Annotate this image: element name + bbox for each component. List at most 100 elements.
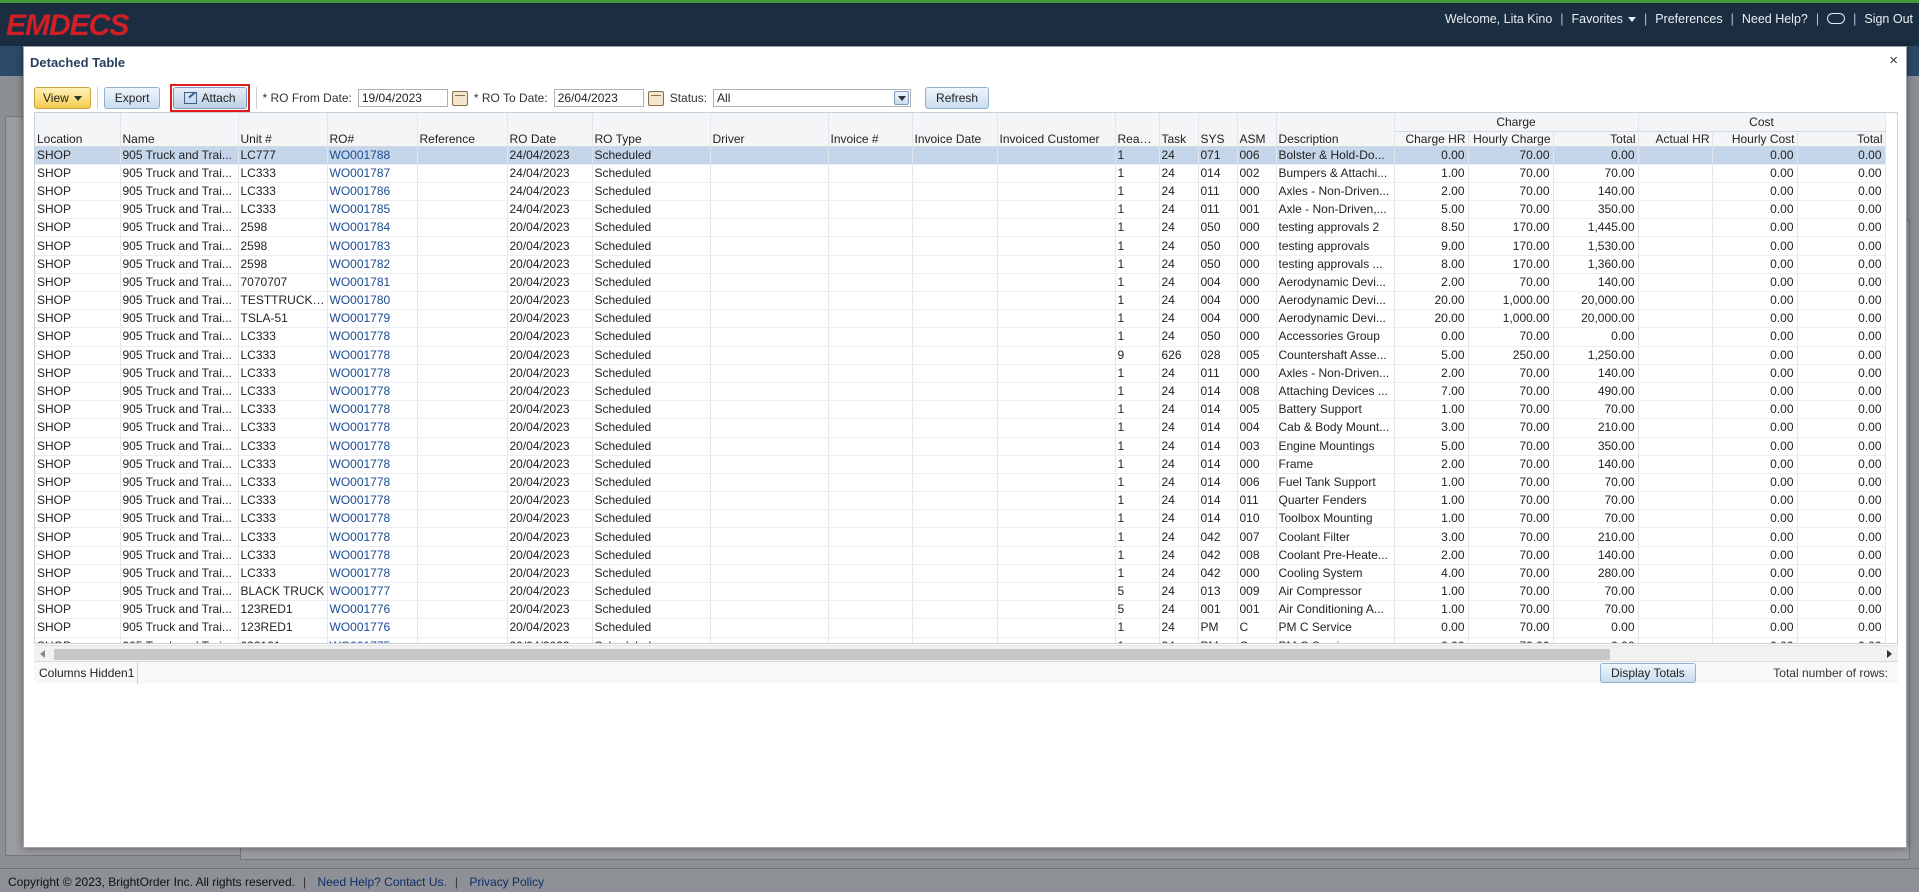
table-row[interactable]: SHOP 905 Truck and Trai... LC333 WO001785 24… [35,200,1886,220]
refresh-button[interactable]: Refresh [925,87,990,109]
ro-number-link[interactable]: WO001778 [327,364,418,383]
table-row[interactable]: SHOP 905 Truck and Trai... LC333 WO001778 20… [35,564,1886,584]
column-header[interactable]: Invoice # [828,113,913,147]
ro-number-link[interactable]: WO001779 [327,309,418,329]
table-row[interactable]: SHOP 905 Truck and Trai... LC333 WO001778 20… [35,527,1886,547]
close-icon[interactable]: × [1889,52,1898,69]
columns-hidden-text[interactable]: Columns Hidden1 [34,661,138,684]
status-select[interactable]: All [713,89,912,107]
ro-number-link[interactable]: WO001778 [327,455,418,474]
ro-number-link[interactable]: WO001778 [327,546,418,565]
preferences-link[interactable]: Preferences [1655,12,1722,26]
column-header[interactable]: RO Date [507,113,593,147]
table-row[interactable]: SHOP 905 Truck and Trai... LC333 WO001778 20… [35,437,1886,456]
table-row[interactable]: SHOP 905 Truck and Trai... 2598 WO001782 20/… [35,255,1886,274]
table-row[interactable]: SHOP 905 Truck and Trai... LC333 WO001778 20… [35,382,1886,402]
ro-number-link[interactable]: WO001784 [327,218,418,238]
column-header[interactable]: RO# [327,113,418,147]
table-row[interactable]: SHOP 905 Truck and Trai... 7070707 WO001781… [35,273,1886,293]
ro-number-link[interactable]: WO001778 [327,491,418,511]
ro-number-link[interactable]: WO001778 [327,509,418,529]
calendar-icon[interactable] [647,90,664,106]
column-header[interactable]: Hourly Cost [1712,131,1798,147]
ro-number-link[interactable]: WO001778 [327,346,418,365]
column-header[interactable]: RO Type [592,113,711,147]
column-header[interactable]: Description [1276,113,1395,147]
table-row[interactable]: SHOP 905 Truck and Trai... TESTTRUCK103 WO0… [35,291,1886,311]
column-header[interactable]: Hourly Charge [1468,131,1554,147]
column-header[interactable]: Unit # [238,113,328,147]
ro-number-link[interactable]: WO001788 [327,146,418,165]
ro-number-link[interactable]: WO001777 [327,582,418,602]
column-header[interactable]: Invoiced Customer [997,113,1116,147]
ro-number-link[interactable]: WO001778 [327,564,418,584]
view-menu-button[interactable]: View [34,87,91,109]
horizontal-scrollbar[interactable] [34,645,1898,661]
chevron-down-icon[interactable] [894,91,910,105]
chat-icon[interactable] [1827,12,1846,24]
column-header[interactable]: Total [1553,131,1639,147]
column-header[interactable]: Charge HR [1394,131,1469,147]
ro-number-link[interactable]: WO001778 [327,382,418,402]
column-header[interactable]: Location [35,113,121,147]
column-header[interactable]: Total [1797,131,1886,147]
column-header[interactable]: Actual HR [1638,131,1713,147]
ro-number-link[interactable]: WO001778 [327,437,418,456]
ro-from-date-input[interactable] [357,89,448,107]
table-row[interactable]: SHOP905 Truck and Trai...022121WO001775 2… [35,637,1886,643]
ro-number-link[interactable]: WO001776 [327,600,418,620]
table-row[interactable]: SHOP 905 Truck and Trai... 2598 WO001784 20/… [35,218,1886,238]
ro-number-link[interactable]: WO001778 [327,400,418,420]
column-header[interactable]: Reference [417,113,508,147]
attach-button[interactable]: Attach [173,87,247,109]
favorites-menu[interactable]: Favorites [1572,12,1636,26]
column-header[interactable]: Task [1159,113,1199,147]
export-button[interactable]: Export [103,87,161,109]
table-row[interactable]: SHOP 905 Truck and Trai... LC333 WO001778 20… [35,509,1886,529]
column-header[interactable]: Invoice Date [912,113,998,147]
display-totals-button[interactable]: Display Totals [1600,663,1696,683]
table-row[interactable]: SHOP 905 Truck and Trai... LC333 WO001786 24… [35,182,1886,202]
table-row[interactable]: SHOP 905 Truck and Trai... LC333 WO001778 20… [35,473,1886,493]
scrollbar-thumb[interactable] [54,649,1610,660]
ro-number-link[interactable]: WO001778 [327,418,418,438]
app-logo[interactable]: EMDECS [6,9,129,43]
ro-number-link[interactable]: WO001781 [327,273,418,293]
ro-number-link[interactable]: WO001787 [327,164,418,183]
table-row[interactable]: SHOP 905 Truck and Trai... BLACK TRUCK WO00… [35,582,1886,602]
ro-number-link[interactable]: WO001785 [327,200,418,220]
contact-link[interactable]: Need Help? Contact Us. [317,875,446,889]
table-row[interactable]: SHOP 905 Truck and Trai... LC333 WO001787 24… [35,164,1886,183]
column-header[interactable]: Reason [1115,113,1160,147]
calendar-icon[interactable] [451,90,468,106]
ro-number-link[interactable]: WO001780 [327,291,418,311]
table-row[interactable]: SHOP 905 Truck and Trai... LC777 WO001788 24… [35,146,1886,165]
ro-number-link[interactable]: WO001782 [327,255,418,274]
column-header[interactable]: Name [120,113,239,147]
column-header[interactable]: SYS [1198,113,1238,147]
table-row[interactable]: SHOP 905 Truck and Trai... LC333 WO001778 20… [35,418,1886,438]
column-header[interactable]: Driver [710,113,829,147]
ro-number-link[interactable]: WO001786 [327,182,418,202]
table-row[interactable]: SHOP 905 Truck and Trai... LC333 WO001778 20… [35,400,1886,420]
table-row[interactable]: SHOP 905 Truck and Trai... LC333 WO001778 20… [35,455,1886,474]
scroll-left-icon[interactable] [40,650,45,658]
table-row[interactable]: SHOP 905 Truck and Trai... LC333 WO001778 20… [35,327,1886,347]
ro-to-date-input[interactable] [553,89,644,107]
table-row[interactable]: SHOP 905 Truck and Trai... TSLA-51 WO001779… [35,309,1886,329]
table-row[interactable]: SHOP 905 Truck and Trai... 123RED1 WO001776… [35,600,1886,620]
table-row[interactable]: SHOP 905 Truck and Trai... 2598 WO001783 20/… [35,236,1886,256]
ro-number-link[interactable]: WO001775 [327,637,418,643]
ro-number-link[interactable]: WO001778 [327,327,418,347]
table-row[interactable]: SHOP 905 Truck and Trai... 123RED1 WO001776… [35,618,1886,638]
table-row[interactable]: SHOP 905 Truck and Trai... LC333 WO001778 20… [35,364,1886,383]
table-row[interactable]: SHOP 905 Truck and Trai... LC333 WO001778 20… [35,346,1886,365]
table-row[interactable]: SHOP 905 Truck and Trai... LC333 WO001778 20… [35,546,1886,565]
ro-number-link[interactable]: WO001778 [327,527,418,547]
table-row[interactable]: SHOP 905 Truck and Trai... LC333 WO001778 20… [35,491,1886,511]
ro-number-link[interactable]: WO001783 [327,236,418,256]
ro-number-link[interactable]: WO001776 [327,618,418,638]
sign-out-link[interactable]: Sign Out [1864,12,1913,26]
ro-number-link[interactable]: WO001778 [327,473,418,493]
need-help-link[interactable]: Need Help? [1742,12,1808,26]
